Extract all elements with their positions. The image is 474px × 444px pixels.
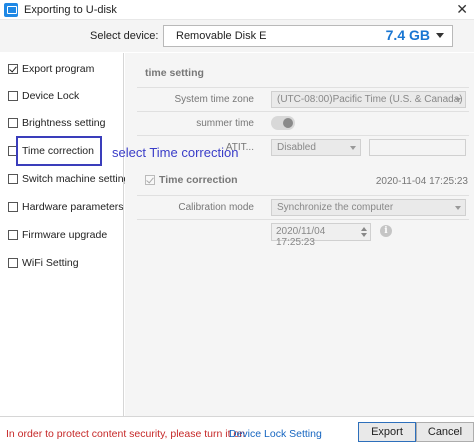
- export-button[interactable]: Export: [358, 422, 416, 442]
- timezone-label: System time zone: [174, 94, 254, 105]
- datetime-input[interactable]: 2020/11/04 17:25:23: [271, 223, 371, 248]
- close-icon[interactable]: ✕: [456, 1, 468, 18]
- sidebar-item-label: WiFi Setting: [22, 257, 79, 269]
- device-name: Removable Disk E: [176, 30, 267, 42]
- time-correction-header[interactable]: Time correction: [145, 174, 238, 186]
- atit-input[interactable]: [369, 139, 466, 156]
- summer-time-row: summer time: [137, 111, 469, 135]
- footer: In order to protect content security, pl…: [0, 416, 474, 444]
- title-bar: Exporting to U-disk ✕: [0, 0, 474, 20]
- current-time: 2020-11-04 17:25:23: [375, 176, 468, 187]
- chevron-down-icon: [350, 146, 356, 150]
- spinner-icon[interactable]: [361, 226, 367, 238]
- settings-panel: time setting System time zone (UTC-08:00…: [125, 53, 474, 416]
- timezone-select[interactable]: (UTC-08:00)Pacific Time (U.S. & Canada): [271, 91, 466, 108]
- info-icon[interactable]: i: [380, 225, 392, 237]
- checkbox-icon[interactable]: [8, 258, 18, 268]
- calibration-mode-value: Synchronize the computer: [277, 202, 394, 213]
- atit-select[interactable]: Disabled: [271, 139, 361, 156]
- timezone-row: System time zone (UTC-08:00)Pacific Time…: [137, 87, 469, 111]
- checkbox-icon[interactable]: [8, 174, 18, 184]
- cancel-button[interactable]: Cancel: [416, 422, 474, 442]
- atit-value: Disabled: [277, 142, 316, 153]
- toggle-knob: [283, 118, 293, 128]
- sidebar-item-device-lock[interactable]: Device Lock: [8, 88, 79, 104]
- checkbox-icon[interactable]: [8, 230, 18, 240]
- timezone-value: (UTC-08:00)Pacific Time (U.S. & Canada): [277, 94, 463, 105]
- sidebar-item-firmware-upgrade[interactable]: Firmware upgrade: [8, 227, 107, 243]
- sidebar: Export program Device Lock Brightness se…: [0, 53, 135, 416]
- annotation-highlight-box: [16, 136, 102, 166]
- annotation-text: select Time correction: [112, 145, 239, 160]
- time-setting-title: time setting: [145, 67, 204, 79]
- checkbox-icon[interactable]: [8, 202, 18, 212]
- datetime-value: 2020/11/04 17:25:23: [276, 226, 326, 248]
- summer-time-label: summer time: [196, 118, 254, 129]
- device-row: Select device: Removable Disk E 7.4 GB: [0, 20, 474, 52]
- sidebar-item-label: Firmware upgrade: [22, 229, 108, 241]
- checkbox-icon[interactable]: [8, 64, 18, 74]
- checkbox-icon[interactable]: [8, 118, 18, 128]
- select-device-label: Select device:: [90, 30, 159, 42]
- calibration-mode-select[interactable]: Synchronize the computer: [271, 199, 466, 216]
- window-title: Exporting to U-disk: [24, 4, 117, 16]
- sidebar-item-label: Hardware parameters: [22, 201, 124, 213]
- sidebar-item-switch-machine-settings[interactable]: Switch machine settings: [8, 171, 135, 187]
- device-lock-setting-link[interactable]: Device Lock Setting: [229, 428, 322, 440]
- calibration-mode-row: Calibration mode Synchronize the compute…: [137, 195, 469, 219]
- sidebar-item-label: Export program: [22, 63, 95, 75]
- sidebar-item-label: Device Lock: [22, 90, 80, 102]
- sidebar-item-wifi-setting[interactable]: WiFi Setting: [8, 255, 79, 271]
- summer-time-toggle[interactable]: [271, 116, 295, 130]
- calibration-mode-label: Calibration mode: [178, 202, 254, 213]
- app-icon: [4, 3, 18, 17]
- security-message: In order to protect content security, pl…: [6, 428, 246, 440]
- chevron-down-icon[interactable]: [436, 33, 444, 38]
- datetime-row: 2020/11/04 17:25:23 i: [137, 219, 469, 248]
- chevron-down-icon: [455, 206, 461, 210]
- sidebar-item-hardware-parameters[interactable]: Hardware parameters: [8, 199, 124, 215]
- sidebar-item-export-program[interactable]: Export program: [8, 61, 94, 77]
- sidebar-item-brightness-setting[interactable]: Brightness setting: [8, 115, 105, 131]
- time-correction-label: Time correction: [159, 174, 238, 186]
- sidebar-item-label: Switch machine settings: [22, 173, 135, 185]
- checkbox-icon[interactable]: [145, 175, 155, 185]
- device-select[interactable]: Removable Disk E 7.4 GB: [163, 25, 453, 47]
- device-size: 7.4 GB: [385, 27, 430, 43]
- chevron-down-icon: [455, 98, 461, 102]
- sidebar-item-label: Brightness setting: [22, 117, 106, 129]
- checkbox-icon[interactable]: [8, 91, 18, 101]
